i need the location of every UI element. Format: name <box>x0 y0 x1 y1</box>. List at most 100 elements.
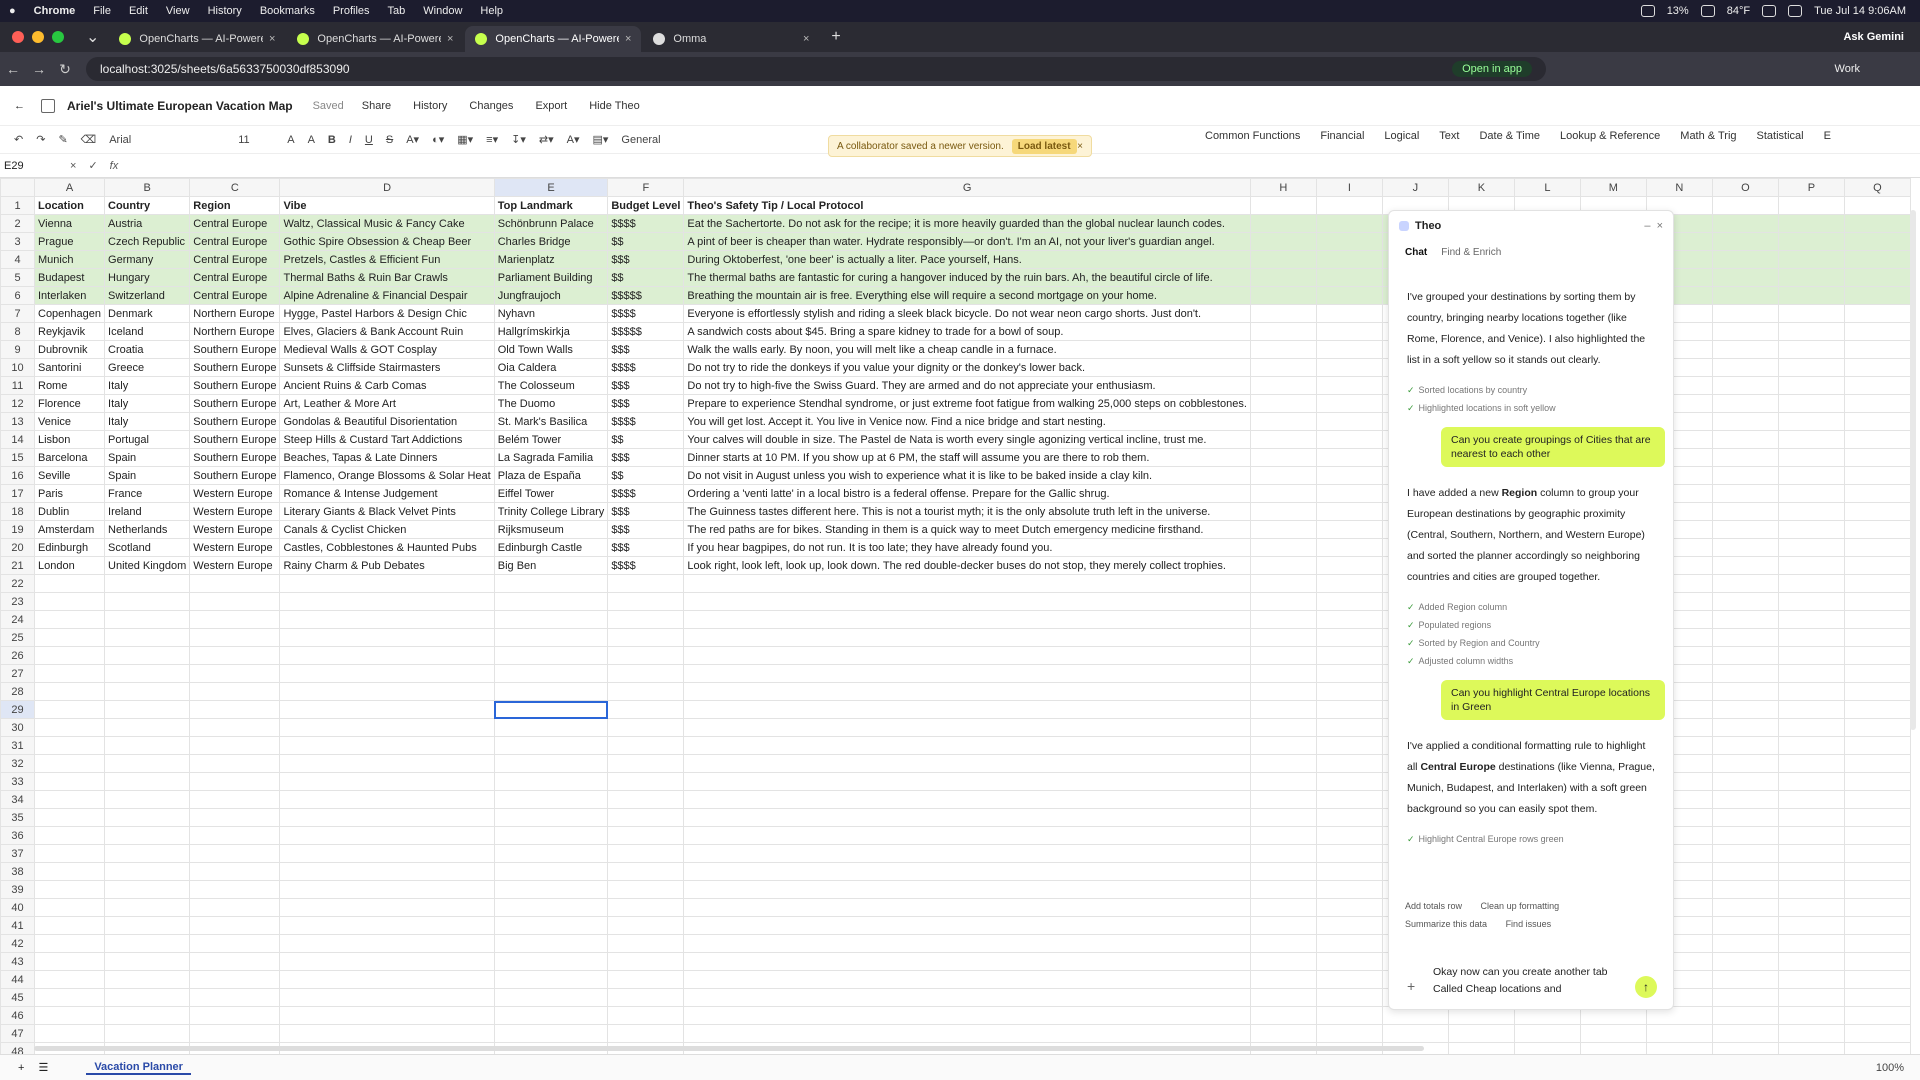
cell[interactable] <box>1315 646 1383 665</box>
cell[interactable] <box>683 592 1251 611</box>
cell[interactable] <box>683 790 1251 809</box>
cell[interactable] <box>1777 1042 1845 1054</box>
chat-input[interactable]: Okay now can you create another tab Call… <box>1433 964 1623 998</box>
cell[interactable]: Southern Europe <box>189 430 281 449</box>
cell[interactable] <box>189 844 281 863</box>
cell[interactable] <box>683 718 1251 737</box>
cell[interactable]: Amsterdam <box>33 520 106 539</box>
cell[interactable] <box>1711 700 1779 719</box>
cell[interactable] <box>104 844 191 863</box>
cell[interactable] <box>1315 268 1383 287</box>
row-header[interactable]: 19 <box>0 520 35 539</box>
cell[interactable] <box>279 754 495 773</box>
cell[interactable] <box>189 664 281 683</box>
cell[interactable] <box>1777 664 1845 683</box>
cell[interactable] <box>1777 394 1845 413</box>
cell[interactable] <box>493 826 609 845</box>
cell[interactable]: Location <box>33 196 106 215</box>
cell[interactable]: Venice <box>33 412 106 431</box>
cell[interactable] <box>1843 466 1911 485</box>
cell[interactable] <box>1249 214 1317 233</box>
cell[interactable] <box>1711 340 1779 359</box>
cell[interactable] <box>1843 520 1911 539</box>
cell[interactable] <box>1249 736 1317 755</box>
row-header[interactable]: 28 <box>0 682 35 701</box>
cell[interactable] <box>683 916 1251 935</box>
column-header[interactable]: N <box>1645 178 1713 197</box>
column-header[interactable]: B <box>104 178 191 197</box>
cell[interactable] <box>1843 430 1911 449</box>
italic-icon[interactable]: I <box>349 134 352 146</box>
cell[interactable] <box>607 628 685 647</box>
cell[interactable] <box>1315 790 1383 809</box>
url-field[interactable]: localhost:3025/sheets/6a5633750030df8530… <box>86 57 1546 81</box>
cell[interactable]: Your calves will double in size. The Pas… <box>683 430 1251 449</box>
cell[interactable] <box>493 952 609 971</box>
cell[interactable] <box>683 736 1251 755</box>
cell[interactable]: Gondolas & Beautiful Disorientation <box>279 412 495 431</box>
cell[interactable] <box>279 844 495 863</box>
cell[interactable] <box>1315 430 1383 449</box>
cell[interactable] <box>493 664 609 683</box>
cell[interactable] <box>1249 952 1317 971</box>
cell[interactable] <box>607 916 685 935</box>
cell[interactable] <box>279 808 495 827</box>
cell[interactable]: $$$$ <box>607 484 685 503</box>
cell[interactable] <box>1315 1006 1383 1025</box>
cell[interactable] <box>607 880 685 899</box>
cell[interactable] <box>1711 556 1779 575</box>
cell[interactable] <box>1777 826 1845 845</box>
cell[interactable] <box>33 628 106 647</box>
cell[interactable]: Southern Europe <box>189 448 281 467</box>
cell[interactable] <box>33 754 106 773</box>
cell[interactable] <box>1315 286 1383 305</box>
cell[interactable] <box>1315 700 1383 719</box>
cell[interactable] <box>1249 754 1317 773</box>
cell[interactable] <box>1711 592 1779 611</box>
cell[interactable]: The Duomo <box>493 394 609 413</box>
cell[interactable]: Denmark <box>104 304 191 323</box>
cell[interactable] <box>1843 754 1911 773</box>
cell[interactable]: You will get lost. Accept it. You live i… <box>683 412 1251 431</box>
cell[interactable] <box>1315 466 1383 485</box>
cell[interactable] <box>1315 808 1383 827</box>
cell[interactable] <box>493 934 609 953</box>
valign-icon[interactable]: ↧▾ <box>511 133 526 146</box>
cell[interactable] <box>1315 340 1383 359</box>
cell[interactable] <box>1315 196 1383 215</box>
cell[interactable]: Hungary <box>104 268 191 287</box>
cell[interactable]: Art, Leather & More Art <box>279 394 495 413</box>
cell[interactable] <box>1711 448 1779 467</box>
cell[interactable] <box>1843 448 1911 467</box>
cell[interactable] <box>607 844 685 863</box>
cell[interactable] <box>104 700 191 719</box>
cell[interactable] <box>1249 628 1317 647</box>
row-header[interactable]: 27 <box>0 664 35 683</box>
cell[interactable] <box>1711 430 1779 449</box>
cell[interactable] <box>189 754 281 773</box>
cell[interactable] <box>1777 790 1845 809</box>
cell[interactable] <box>1711 574 1779 593</box>
fill-color-icon[interactable]: ◐▾ <box>432 133 444 146</box>
column-header[interactable]: D <box>279 178 495 197</box>
cell[interactable] <box>1249 790 1317 809</box>
cell[interactable]: Southern Europe <box>189 412 281 431</box>
row-header[interactable]: 36 <box>0 826 35 845</box>
cell[interactable] <box>1843 376 1911 395</box>
cell[interactable] <box>1777 502 1845 521</box>
cell[interactable] <box>1249 196 1317 215</box>
history-button[interactable]: History <box>413 100 447 112</box>
cell[interactable] <box>1777 1006 1845 1025</box>
row-header[interactable]: 5 <box>0 268 35 287</box>
cell[interactable]: Schönbrunn Palace <box>493 214 609 233</box>
cell[interactable]: Flamenco, Orange Blossoms & Solar Heat <box>279 466 495 485</box>
cell[interactable]: Vibe <box>279 196 495 215</box>
cell[interactable] <box>1249 448 1317 467</box>
cell[interactable]: Rome <box>33 376 106 395</box>
cell[interactable] <box>1249 394 1317 413</box>
financial-menu[interactable]: Financial <box>1320 130 1364 142</box>
cell[interactable] <box>1777 880 1845 899</box>
cell[interactable]: Spain <box>104 466 191 485</box>
cell[interactable]: Paris <box>33 484 106 503</box>
row-header[interactable]: 18 <box>0 502 35 521</box>
